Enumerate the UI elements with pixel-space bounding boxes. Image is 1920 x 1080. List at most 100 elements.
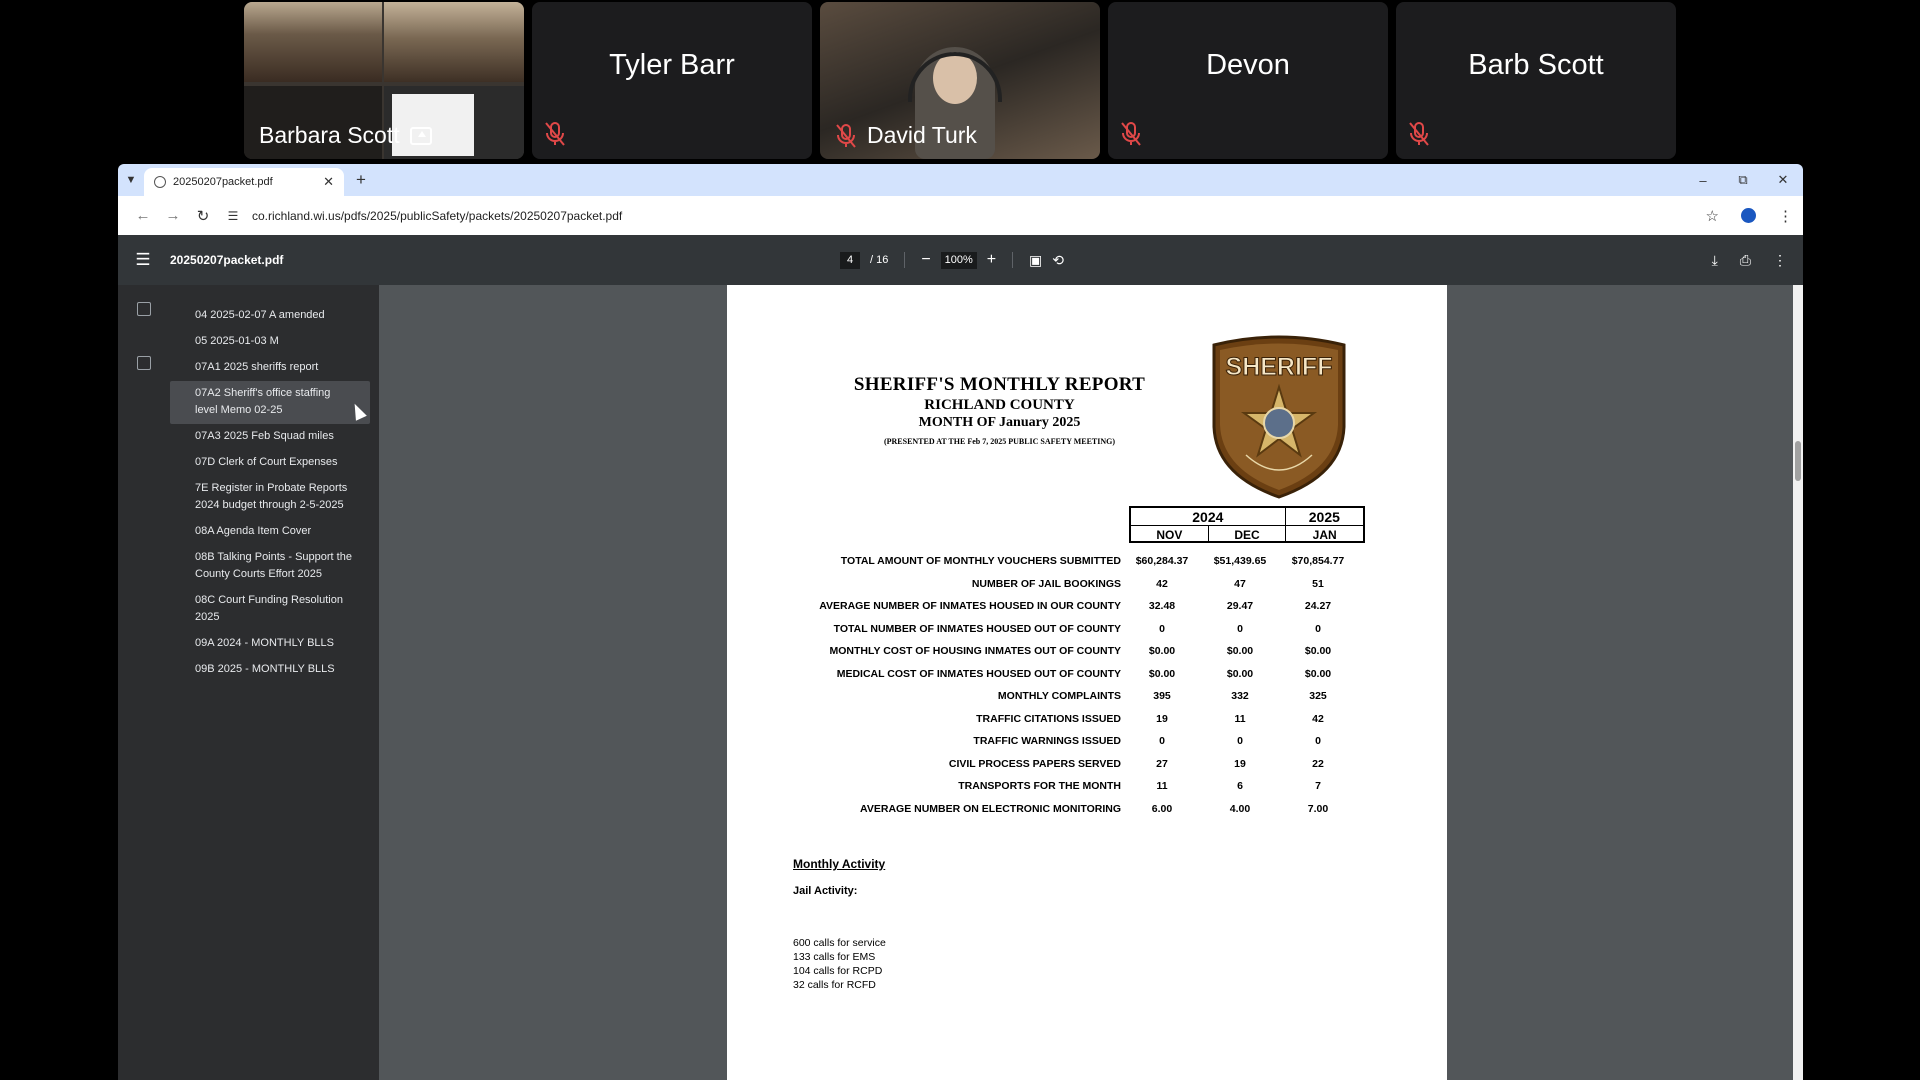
outline-item[interactable]: 08B Talking Points - Support the County … [170,545,370,588]
cell: 22 [1312,757,1324,770]
new-tab-button[interactable]: + [356,170,366,190]
cell: $60,284.37 [1135,555,1189,568]
screen-share-icon [409,126,432,145]
pdf-viewport[interactable]: SHERIFF'S MONTHLY REPORT RICHLAND COUNTY… [379,285,1803,1080]
page-total: / 16 [870,254,889,266]
table-row: MEDICAL COST OF INMATES HOUSED OUT OF CO… [727,663,1447,686]
browser-menu-icon[interactable]: ⋮ [1778,207,1793,225]
cell: 19 [1156,712,1168,725]
vertical-scrollbar[interactable] [1793,285,1803,1080]
pdf-page: SHERIFF'S MONTHLY REPORT RICHLAND COUNTY… [727,285,1447,1080]
participant-name: Barbara Scott [259,122,400,148]
cell: 27 [1156,757,1168,770]
more-options-icon[interactable]: ⋮ [1773,252,1787,269]
mic-muted-icon [836,123,856,148]
sidebar-menu-icon[interactable]: ☰ [118,250,168,270]
cell: 47 [1234,577,1246,590]
cell: 11 [1156,780,1168,793]
pdf-toolbar: ☰ 20250207packet.pdf 4 / 16 − 100% + ▣ ⟲… [118,235,1803,285]
year-header: 2024 [1131,508,1286,525]
minimize-icon[interactable]: – [1683,164,1723,196]
row-label: TRANSPORTS FOR THE MONTH [958,780,1121,793]
back-icon[interactable]: ← [128,207,158,224]
row-label: MONTHLY COMPLAINTS [997,690,1121,703]
cell: $0.00 [1304,645,1332,658]
pdf-body: 04 2025-02-07 A amended 05 2025-01-03 M … [118,285,1803,1080]
cell: 42 [1156,577,1168,590]
cell: $51,439.65 [1213,555,1267,568]
outline-item[interactable]: 09B 2025 - MONTHLY BLLS [170,657,370,683]
forward-icon[interactable]: → [158,207,188,224]
tab-title: 20250207packet.pdf [173,176,273,188]
month-header: JAN [1312,527,1337,542]
table-row: CIVIL PROCESS PAPERS SERVED 27 19 22 [727,753,1447,776]
scroll-thumb[interactable] [1795,441,1801,481]
outline-icon[interactable] [137,356,151,370]
participant-tile-devon[interactable]: Devon [1108,2,1388,159]
thumbnails-icon[interactable] [137,302,151,316]
table-row: AVERAGE NUMBER ON ELECTRONIC MONITORING 6… [727,798,1447,821]
year-header: 2025 [1308,508,1340,525]
outline-item-selected[interactable]: 07A2 Sheriff's office staffing level Mem… [170,381,370,424]
print-icon[interactable]: ⎙ [1740,252,1751,269]
outline-item[interactable]: 07D Clerk of Court Expenses [170,450,370,476]
cell: 6.00 [1151,802,1173,815]
cell: 0 [1315,622,1321,635]
profile-icon[interactable] [1741,208,1756,223]
cell: 0 [1237,622,1243,635]
mic-muted-icon [1121,122,1141,146]
cell: 6 [1237,780,1243,793]
download-icon[interactable]: ⤓ [1712,252,1718,269]
list-item: 32 calls for RCFD [793,979,876,991]
cell: $0.00 [1148,667,1176,680]
report-title: SHERIFF'S MONTHLY REPORT [853,374,1146,395]
document-outline: 04 2025-02-07 A amended 05 2025-01-03 M … [170,303,370,683]
tab-search-icon[interactable]: ▼ [118,164,144,196]
address-bar: ← → ↻ ☰ co.richland.wi.us/pdfs/2025/publ… [118,196,1803,235]
table-row: TOTAL NUMBER OF INMATES HOUSED OUT OF CO… [727,618,1447,641]
fit-page-icon[interactable]: ▣ [1029,252,1042,269]
outline-item[interactable]: 07A1 2025 sheriffs report [170,355,370,381]
restore-icon[interactable]: ⧉ [1723,164,1763,196]
row-label: NUMBER OF JAIL BOOKINGS [971,577,1121,590]
cell: $70,854.77 [1291,555,1345,568]
participant-tile-david-turk[interactable]: David Turk [820,2,1100,159]
site-info-icon[interactable]: ☰ [222,209,244,223]
participant-tile-tyler-barr[interactable]: Tyler Barr [532,2,812,159]
window-controls: – ⧉ ✕ [1683,164,1803,196]
participant-tile-barbara-scott[interactable]: Barbara Scott [244,2,524,159]
site-icon [154,176,166,188]
rotate-icon[interactable]: ⟲ [1052,252,1064,269]
participant-name: Devon [1206,49,1290,81]
row-label: CIVIL PROCESS PAPERS SERVED [948,757,1121,770]
outline-item[interactable]: 07A3 2025 Feb Squad miles [170,424,370,450]
cell: 29.47 [1226,600,1254,613]
zoom-out-icon[interactable]: − [921,251,930,269]
tab-pdf[interactable]: 20250207packet.pdf ✕ [144,168,344,196]
outline-item[interactable]: 05 2025-01-03 M [170,329,370,355]
outline-item[interactable]: 08C Court Funding Resolution 2025 [170,588,370,631]
headset [908,52,1002,102]
zoom-in-icon[interactable]: + [987,251,996,269]
cell: $0.00 [1148,645,1176,658]
close-window-icon[interactable]: ✕ [1763,164,1803,196]
outline-item[interactable]: 7E Register in Probate Reports 2024 budg… [170,476,370,519]
table-row: MONTHLY COMPLAINTS 395 332 325 [727,685,1447,708]
outline-item[interactable]: 09A 2024 - MONTHLY BLLS [170,631,370,657]
url-field[interactable]: co.richland.wi.us/pdfs/2025/publicSafety… [252,209,622,223]
outline-item[interactable]: 04 2025-02-07 A amended [170,303,370,329]
zoom-input[interactable]: 100% [940,251,977,269]
bookmark-star-icon[interactable]: ☆ [1706,207,1719,225]
cell: 51 [1312,577,1324,590]
cell: 332 [1231,690,1249,703]
report-table: TOTAL AMOUNT OF MONTHLY VOUCHERS SUBMITT… [727,550,1447,820]
participant-tile-barb-scott[interactable]: Barb Scott [1396,2,1676,159]
outline-item[interactable]: 08A Agenda Item Cover [170,519,370,545]
close-tab-icon[interactable]: ✕ [323,174,334,190]
reload-icon[interactable]: ↻ [188,207,218,225]
cell: 4.00 [1229,802,1251,815]
page-number-input[interactable]: 4 [840,251,860,269]
mic-muted-icon [545,122,565,146]
list-item: 600 calls for service [793,937,886,949]
cell: 0 [1237,735,1243,748]
